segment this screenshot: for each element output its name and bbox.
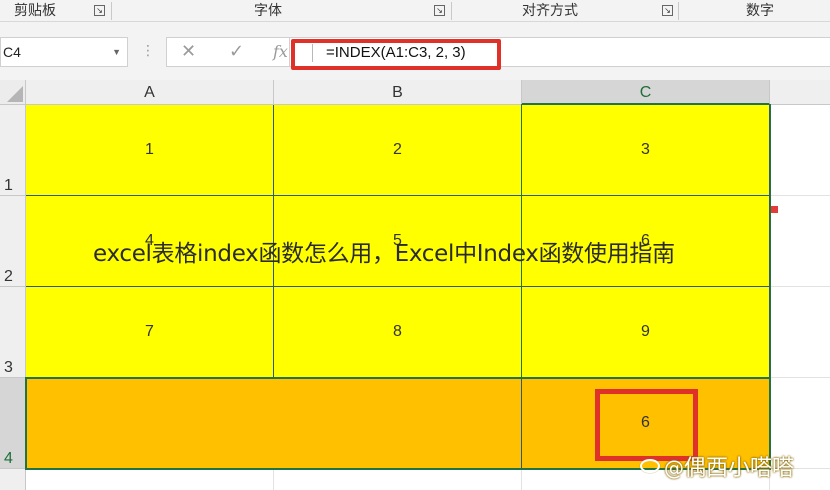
name-box-value: C4	[3, 44, 21, 60]
column-header-c[interactable]: C	[522, 80, 770, 105]
ribbon-group-number[interactable]: 数字	[679, 0, 830, 22]
ribbon-group-clipboard[interactable]: 剪贴板 ↘	[0, 0, 110, 22]
cell-b3[interactable]: 8	[274, 287, 522, 378]
cell-b5[interactable]	[274, 469, 522, 490]
row-number: 1	[4, 177, 13, 194]
row-number: 4	[4, 450, 13, 467]
article-caption: excel表格index函数怎么用，Excel中Index函数使用指南	[93, 241, 675, 267]
cell-d1[interactable]	[770, 105, 830, 196]
ribbon-group-alignment[interactable]: 对齐方式 ↘	[452, 0, 677, 22]
cell-c3[interactable]: 9	[522, 287, 770, 378]
cell-b1[interactable]: 2	[274, 105, 522, 196]
name-box[interactable]: C4 ▼	[0, 37, 128, 67]
ribbon-group-font[interactable]: 字体 ↘	[112, 0, 450, 22]
fill-handle[interactable]	[771, 206, 778, 213]
ribbon-group-label: 剪贴板	[14, 3, 56, 19]
cell-a4-merged[interactable]	[26, 378, 522, 469]
ribbon-group-label: 字体	[254, 3, 282, 19]
row-header-3[interactable]: 3	[0, 287, 26, 378]
watermark: @偶西小嗒嗒	[640, 450, 794, 482]
row-header-5[interactable]	[0, 469, 26, 490]
watermark-text: 偶西小嗒嗒	[684, 456, 795, 481]
cell-a3[interactable]: 7	[26, 287, 274, 378]
cell-c1[interactable]: 3	[522, 105, 770, 196]
row-number: 2	[4, 268, 13, 285]
dialog-launcher-icon[interactable]: ↘	[434, 5, 445, 16]
row-header-1[interactable]: 1	[0, 105, 26, 196]
row-number: 3	[4, 359, 13, 376]
cell-d3[interactable]	[770, 287, 830, 378]
watermark-at: @	[664, 456, 684, 480]
select-all-button[interactable]	[0, 80, 26, 105]
formula-highlight-box	[291, 39, 501, 70]
column-header-a[interactable]: A	[26, 80, 274, 105]
enter-icon[interactable]: ✓	[229, 40, 244, 64]
formula-buttons: ✕ ✓ fx	[166, 37, 290, 67]
ribbon-group-label: 数字	[746, 3, 774, 19]
cancel-icon[interactable]: ✕	[181, 40, 196, 64]
cell-a1[interactable]: 1	[26, 105, 274, 196]
cell-d2[interactable]	[770, 196, 830, 287]
drag-handle-icon[interactable]: ⋮	[141, 42, 155, 60]
row-header-4[interactable]: 4	[0, 378, 26, 469]
column-header-d[interactable]	[770, 80, 830, 105]
dialog-launcher-icon[interactable]: ↘	[94, 5, 105, 16]
ribbon-group-label: 对齐方式	[522, 3, 578, 19]
row-header-2[interactable]: 2	[0, 196, 26, 287]
dialog-launcher-icon[interactable]: ↘	[662, 5, 673, 16]
chevron-down-icon[interactable]: ▼	[112, 38, 121, 66]
column-header-b[interactable]: B	[274, 80, 522, 105]
cell-a5[interactable]	[26, 469, 274, 490]
toutiao-logo-icon	[640, 459, 660, 473]
ribbon-group-bar: 剪贴板 ↘ 字体 ↘ 对齐方式 ↘ 数字	[0, 0, 830, 22]
insert-function-icon[interactable]: fx	[273, 40, 288, 64]
